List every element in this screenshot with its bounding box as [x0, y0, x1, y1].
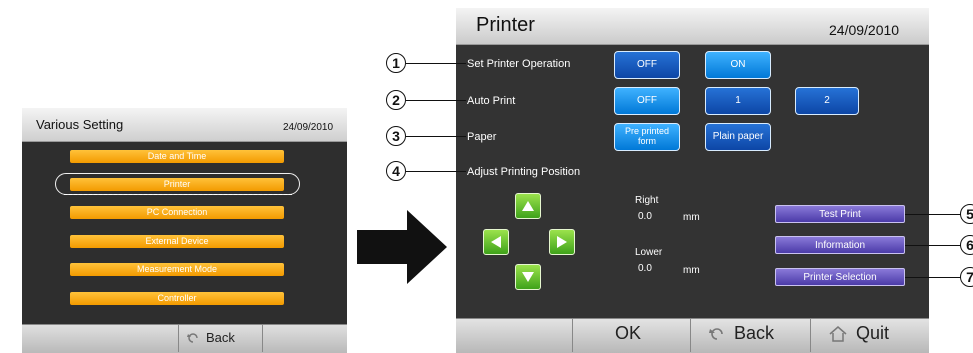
printer-date: 24/09/2010 — [829, 22, 900, 38]
information-button[interactable]: Information — [775, 236, 905, 254]
back-label: Back — [734, 323, 775, 343]
move-up-button[interactable] — [515, 193, 541, 219]
callout-4-line — [406, 171, 466, 172]
various-setting-date: 24/09/2010 — [283, 122, 334, 133]
menu-external-device-button[interactable]: External Device — [70, 235, 284, 248]
menu-measurement-mode-button[interactable]: Measurement Mode — [70, 263, 284, 276]
callout-6-line — [905, 245, 962, 246]
footer-divider — [178, 324, 179, 352]
paper-label: Paper — [467, 131, 497, 143]
left-back-label: Back — [206, 330, 235, 345]
move-left-button[interactable] — [483, 229, 509, 255]
arrow-left-icon — [491, 236, 501, 248]
quit-button[interactable]: Quit — [828, 323, 889, 344]
various-setting-title: Various Setting — [36, 117, 124, 132]
back-arrow-icon — [187, 332, 198, 343]
set-printer-operation-label: Set Printer Operation — [467, 58, 571, 70]
home-icon — [829, 325, 847, 342]
arrow-right-icon — [557, 236, 567, 248]
printer-selection-highlight — [55, 173, 300, 195]
footer-divider — [690, 318, 691, 352]
callout-1: 1 — [386, 53, 406, 73]
arrow-down-icon — [522, 272, 534, 282]
callout-3-line — [406, 136, 466, 137]
lower-offset-unit: mm — [683, 265, 700, 276]
paper-preprinted-form-button[interactable]: Pre printed form — [614, 123, 680, 151]
auto-print-2-button[interactable]: 2 — [795, 87, 859, 115]
footer-divider — [810, 318, 811, 352]
callout-7-line — [905, 277, 962, 278]
paper-plain-button[interactable]: Plain paper — [705, 123, 771, 151]
menu-date-and-time-button[interactable]: Date and Time — [70, 150, 284, 163]
highlight-dash-line — [64, 194, 292, 195]
printer-title: Printer — [476, 14, 535, 36]
move-right-button[interactable] — [549, 229, 575, 255]
callout-1-line — [406, 63, 466, 64]
operation-off-button[interactable]: OFF — [614, 51, 680, 79]
callout-2: 2 — [386, 90, 406, 110]
move-down-button[interactable] — [515, 264, 541, 290]
right-offset-value: 0.0 — [638, 211, 652, 222]
adjust-printing-position-label: Adjust Printing Position — [467, 166, 581, 178]
menu-controller-button[interactable]: Controller — [70, 292, 284, 305]
callout-4: 4 — [386, 161, 406, 181]
paper-preprinted-line1: Pre printed — [624, 126, 670, 136]
callout-5: 5 — [960, 204, 973, 224]
callout-2-line — [406, 100, 466, 101]
printer-selection-button[interactable]: Printer Selection — [775, 268, 905, 286]
arrow-up-icon — [522, 201, 534, 211]
lower-offset-value: 0.0 — [638, 263, 652, 274]
various-setting-footer — [22, 324, 347, 353]
auto-print-off-button[interactable]: OFF — [614, 87, 680, 115]
auto-print-1-button[interactable]: 1 — [705, 87, 771, 115]
callout-7: 7 — [960, 267, 973, 287]
quit-label: Quit — [856, 323, 890, 343]
auto-print-label: Auto Print — [467, 95, 516, 107]
various-setting-screen — [22, 108, 347, 352]
footer-divider — [572, 318, 573, 352]
back-arrow-icon — [709, 327, 723, 340]
operation-on-button[interactable]: ON — [705, 51, 771, 79]
ok-button[interactable]: OK — [615, 323, 641, 344]
right-offset-unit: mm — [683, 212, 700, 223]
back-button[interactable]: Back — [708, 323, 774, 344]
callout-5-line — [905, 214, 962, 215]
left-back-button[interactable]: Back — [186, 330, 235, 345]
footer-divider — [262, 324, 263, 352]
paper-preprinted-line2: form — [638, 136, 656, 146]
test-print-button[interactable]: Test Print — [775, 205, 905, 223]
right-offset-label: Right — [635, 195, 659, 206]
menu-pc-connection-button[interactable]: PC Connection — [70, 206, 284, 219]
callout-6: 6 — [960, 235, 973, 255]
lower-offset-label: Lower — [635, 247, 663, 258]
callout-3: 3 — [386, 126, 406, 146]
ok-label: OK — [615, 323, 642, 343]
transition-arrow-icon — [357, 210, 447, 284]
